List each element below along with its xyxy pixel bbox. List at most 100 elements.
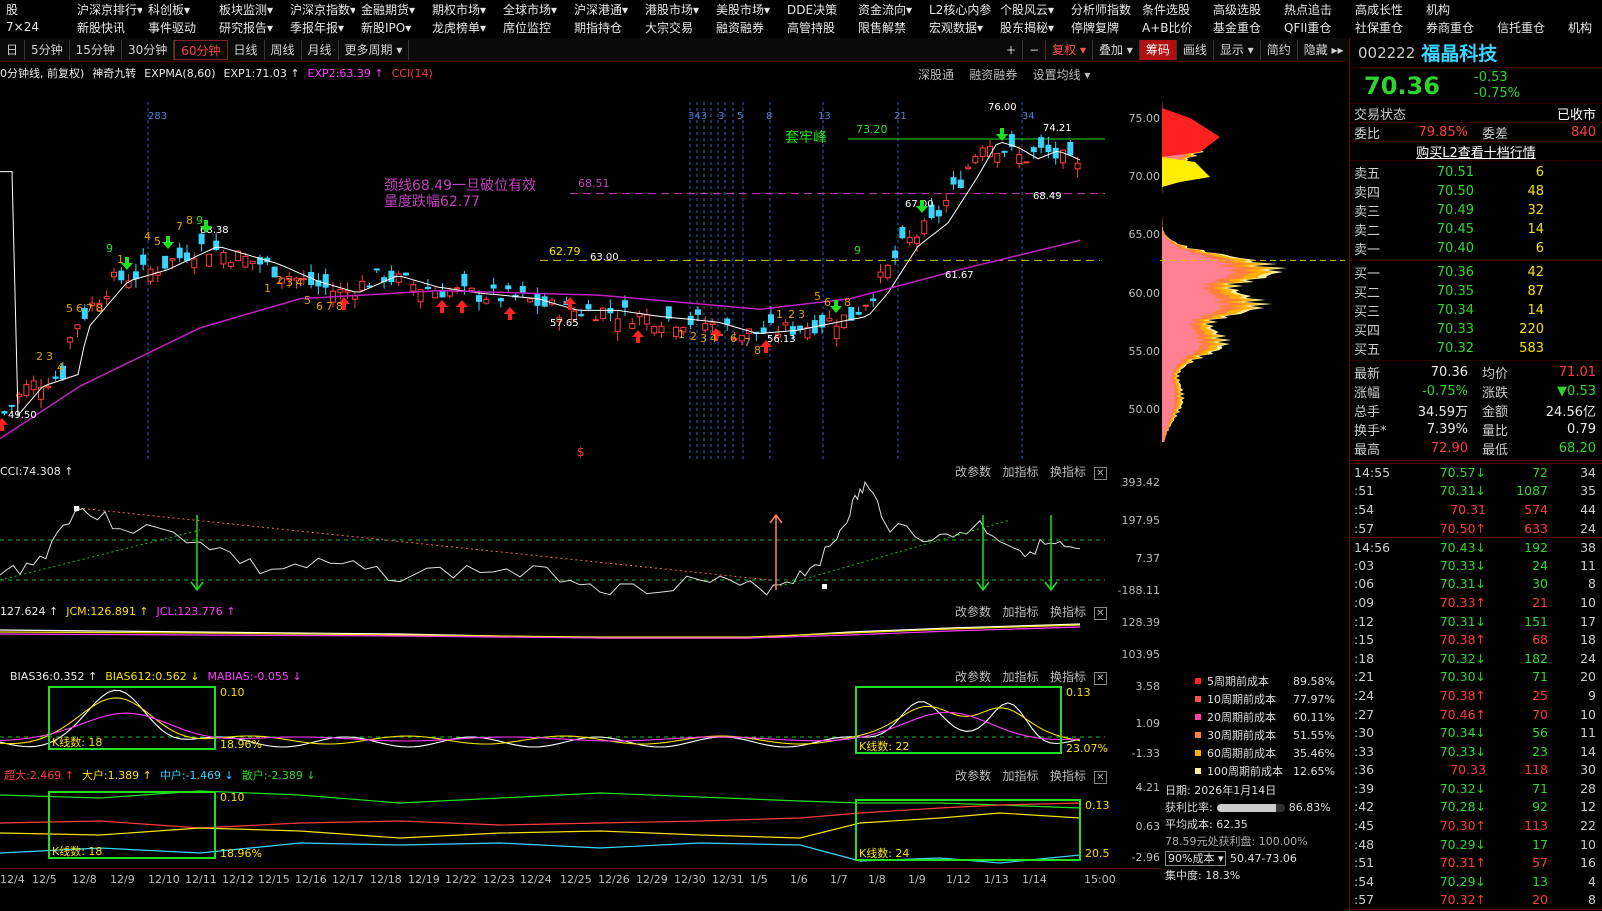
sz-connect-link[interactable]: 深股通 xyxy=(918,68,954,82)
tick-list[interactable]: 14:55 70.57↓ 72 34:51 70.31↓ 1087 35:54 70.31 57… xyxy=(1350,461,1602,911)
period-monthly[interactable]: 月线 xyxy=(302,39,339,60)
display-button[interactable]: 显示 ▾ xyxy=(1214,39,1261,60)
menu-item[interactable]: 券商重仓 xyxy=(1420,19,1491,36)
menu-item[interactable]: 板块监测▾ xyxy=(213,1,284,18)
book-price: 70.49 xyxy=(1436,203,1474,218)
menu-item[interactable]: 研究报告▾ xyxy=(213,19,284,36)
close-icon[interactable]: ✕ xyxy=(1093,467,1107,480)
time-tick: 12/15 xyxy=(258,873,290,886)
menu-item[interactable]: 股东揭秘▾ xyxy=(994,19,1065,36)
menu-item[interactable]: 个股风云▾ xyxy=(994,1,1065,18)
menu-item[interactable]: 港股市场▾ xyxy=(639,1,710,18)
menu-item[interactable]: 条件选股 xyxy=(1136,1,1207,18)
menu-item[interactable]: 席位监控 xyxy=(497,19,568,36)
menu-item[interactable]: 新股快讯 xyxy=(71,19,142,36)
menu-item[interactable]: 事件驱动 xyxy=(142,19,213,36)
order-book-row[interactable]: 买五 70.32 583 xyxy=(1350,339,1602,358)
period-daily[interactable]: 日线 xyxy=(228,39,265,60)
indicator-name[interactable]: 神奇九转 xyxy=(92,65,136,81)
period-5min[interactable]: 5分钟 xyxy=(25,39,70,60)
menu-item[interactable]: 期权市场▾ xyxy=(426,1,497,18)
menu-item[interactable]: 高成长性 xyxy=(1349,1,1420,18)
add-indicator-button[interactable]: 加指标 xyxy=(1002,769,1038,783)
period-30min[interactable]: 30分钟 xyxy=(122,39,175,60)
menu-item[interactable]: 全球市场▾ xyxy=(497,1,568,18)
change-indicator-button[interactable]: 换指标 xyxy=(1050,465,1086,479)
edit-params-button[interactable]: 改参数 xyxy=(955,670,991,684)
menu-item[interactable]: DDE决策 xyxy=(781,1,852,18)
menu-item[interactable]: 分析师指数 xyxy=(1065,1,1136,18)
order-book-row[interactable]: 卖四 70.50 48 xyxy=(1350,182,1602,201)
menu-item[interactable]: 科创板▾ xyxy=(142,1,213,18)
edit-params-button[interactable]: 改参数 xyxy=(955,769,991,783)
change-indicator-button[interactable]: 换指标 xyxy=(1050,769,1086,783)
menu-item[interactable]: 期指持仓 xyxy=(568,19,639,36)
menu-item[interactable]: 机构 xyxy=(1420,1,1491,18)
menu-item[interactable]: 高管持股 xyxy=(781,19,852,36)
stock-name[interactable]: 福晶科技 xyxy=(1421,39,1497,66)
edit-params-button[interactable]: 改参数 xyxy=(955,605,991,619)
cost-select[interactable]: 90%成本 ▾ xyxy=(1165,851,1227,866)
menu-item[interactable]: 基金重仓 xyxy=(1207,19,1278,36)
set-ma-link[interactable]: 设置均线 ▾ xyxy=(1033,68,1091,82)
change-indicator-button[interactable]: 换指标 xyxy=(1050,605,1086,619)
menu-item[interactable]: 限售解禁 xyxy=(852,19,923,36)
zoom-out-button[interactable]: − xyxy=(1023,39,1047,60)
period-15min[interactable]: 15分钟 xyxy=(70,39,122,60)
menu-item[interactable]: 高级选股 xyxy=(1207,1,1278,18)
order-book-row[interactable]: 买三 70.34 14 xyxy=(1350,301,1602,320)
menu-item[interactable]: 季报年报▾ xyxy=(284,19,355,36)
menu-item[interactable]: 信托重仓 xyxy=(1491,19,1562,36)
order-book-row[interactable]: 卖一 70.40 6 xyxy=(1350,239,1602,258)
chips-button[interactable]: 筹码 xyxy=(1139,39,1177,60)
menu-item[interactable]: 美股市场▾ xyxy=(710,1,781,18)
period-60min[interactable]: 60分钟 xyxy=(174,39,228,60)
menu-item[interactable]: QFII重仓 xyxy=(1278,19,1349,36)
add-indicator-button[interactable]: 加指标 xyxy=(1002,465,1038,479)
change-indicator-button[interactable]: 换指标 xyxy=(1050,670,1086,684)
order-book-row[interactable]: 卖五 70.51 6 xyxy=(1350,163,1602,182)
menu-item[interactable]: 热点追击 xyxy=(1278,1,1349,18)
add-indicator-button[interactable]: 加指标 xyxy=(1002,670,1038,684)
margin-link[interactable]: 融资融券 xyxy=(969,68,1017,82)
menu-item[interactable]: 龙虎榜单▾ xyxy=(426,19,497,36)
order-book-row[interactable]: 卖三 70.49 32 xyxy=(1350,201,1602,220)
tick-row: :09 70.33↑ 21 10 xyxy=(1350,593,1602,612)
overlay-button[interactable]: 叠加 ▾ xyxy=(1093,39,1140,60)
menu-item[interactable]: 融资融券 xyxy=(710,19,781,36)
menu-item[interactable]: 金融期货▾ xyxy=(355,1,426,18)
order-book-row[interactable]: 卖二 70.45 14 xyxy=(1350,220,1602,239)
candlestick-chart[interactable]: 颈线68.49一旦破位有效量度跌幅62.77 套牢峰 68.51 62.79 73.20… xyxy=(0,82,1105,460)
add-indicator-button[interactable]: 加指标 xyxy=(1002,605,1038,619)
menu-item[interactable]: 大宗交易 xyxy=(639,19,710,36)
menu-item[interactable]: 社保重仓 xyxy=(1349,19,1420,36)
more-periods-button[interactable]: 更多周期 ▾ xyxy=(339,39,410,60)
menu-item[interactable]: 7×24 xyxy=(0,20,71,34)
menu-item[interactable]: L2核心内参 xyxy=(923,1,994,18)
l2-link[interactable]: 购买L2查看十档行情 xyxy=(1416,142,1536,161)
menu-item[interactable]: A+B比价 xyxy=(1136,19,1207,36)
order-book-row[interactable]: 买一 70.36 42 xyxy=(1350,263,1602,282)
hide-button[interactable]: 隐藏 ▸▸ xyxy=(1298,39,1351,60)
adjust-button[interactable]: 复权 ▾ xyxy=(1046,39,1093,60)
edit-params-button[interactable]: 改参数 xyxy=(955,465,991,479)
menu-item[interactable]: 沪深京排行▾ xyxy=(71,1,142,18)
menu-item[interactable]: 股 xyxy=(0,1,71,18)
low-price: 49.50 xyxy=(8,410,37,421)
order-book-row[interactable]: 买四 70.33 220 xyxy=(1350,320,1602,339)
menu-item[interactable]: 沪深京指数▾ xyxy=(284,1,355,18)
menu-item[interactable]: 新股IPO▾ xyxy=(355,19,426,36)
period-weekly[interactable]: 周线 xyxy=(265,39,302,60)
simple-button[interactable]: 简约 xyxy=(1261,39,1298,60)
menu-item[interactable]: 机构 xyxy=(1562,19,1602,36)
menu-item[interactable]: 沪深港通▾ xyxy=(568,1,639,18)
menu-item[interactable]: 宏观数据▾ xyxy=(923,19,994,36)
zoom-in-button[interactable]: + xyxy=(1000,39,1024,60)
menu-item[interactable]: 停牌复牌 xyxy=(1065,19,1136,36)
order-book-row[interactable]: 买二 70.35 87 xyxy=(1350,282,1602,301)
draw-line-button[interactable]: 画线 xyxy=(1177,39,1214,60)
menu-item[interactable]: 资金流向▾ xyxy=(852,1,923,18)
close-icon[interactable]: ✕ xyxy=(1093,607,1107,620)
tick-count: 14 xyxy=(1580,743,1596,759)
period-day-partial[interactable]: 日 xyxy=(0,39,26,60)
